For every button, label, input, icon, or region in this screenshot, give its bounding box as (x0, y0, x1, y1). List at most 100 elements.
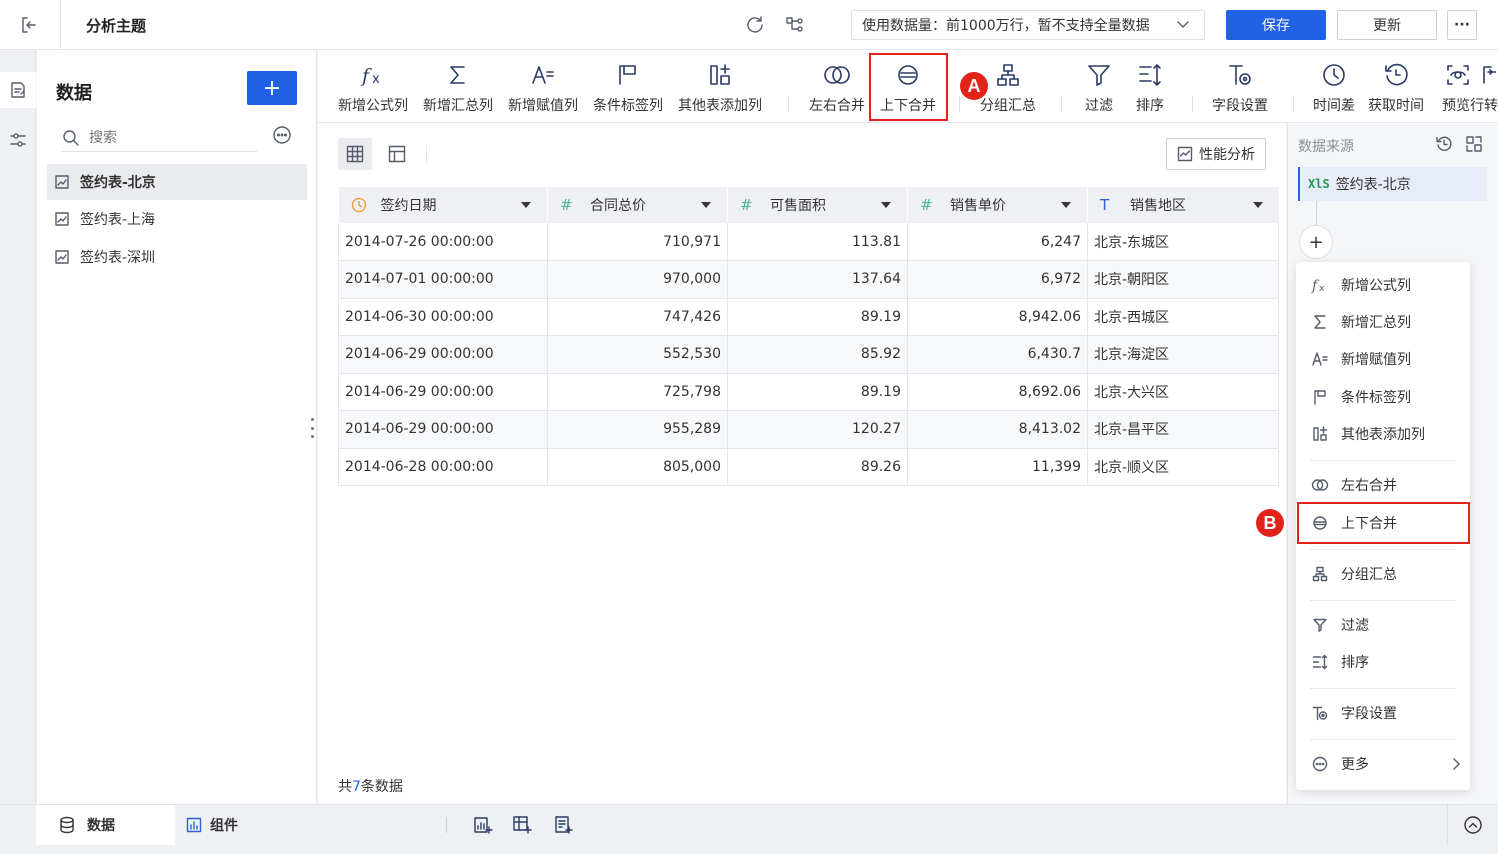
lineage-icon[interactable] (784, 14, 806, 36)
menu-item-group-summary[interactable]: 分组汇总 (1296, 558, 1470, 590)
toolbar-get-time[interactable]: 获取时间 (1368, 58, 1424, 118)
table-cell: 2014-06-29 00:00:00 (338, 410, 548, 449)
svg-text:f: f (360, 65, 372, 87)
add-step-button[interactable]: + (1299, 225, 1333, 259)
toolbar-field-settings[interactable]: 字段设置 (1212, 58, 1268, 118)
toolbar-add-column-from-table[interactable]: 其他表添加列 (678, 58, 762, 118)
table-header-row: 签约日期 # 合同总价 # 可售面积 # 销售单价 T 销售地区 (338, 187, 1279, 223)
update-button[interactable]: 更新 (1337, 10, 1437, 40)
toolbar-sort[interactable]: 排序 (1136, 58, 1164, 118)
data-usage-text: 使用数据量：前1000万行，暂不支持全量数据 (862, 18, 1150, 34)
menu-item-top-bottom-merge[interactable]: 上下合并 (1296, 507, 1470, 539)
column-header[interactable]: T 销售地区 (1087, 187, 1279, 223)
toolbar-label: 条件标签列 (593, 98, 663, 114)
performance-analysis-button[interactable]: 性能分析 (1166, 138, 1266, 170)
more-options-icon[interactable] (272, 125, 292, 145)
column-header[interactable]: 签约日期 (338, 187, 548, 223)
table-cell: 2014-07-01 00:00:00 (338, 260, 548, 299)
table-item-beijing[interactable]: 签约表-北京 (47, 164, 307, 200)
menu-item-field-settings[interactable]: 字段设置 (1296, 697, 1470, 729)
menu-item-condition-tag[interactable]: 条件标签列 (1296, 381, 1470, 413)
table-row: 2014-07-01 00:00:00 970,000 137.64 6,972 北京-… (338, 260, 1279, 299)
perf-label: 性能分析 (1199, 147, 1255, 163)
tab-component[interactable]: 组件 (186, 805, 238, 845)
number-type-icon: # (560, 196, 573, 214)
table-cell: 北京-顺义区 (1087, 448, 1279, 486)
toolbar-top-bottom-merge[interactable]: 上下合并 (880, 58, 936, 118)
column-header[interactable]: # 合同总价 (547, 187, 728, 223)
more-button[interactable]: ··· (1447, 10, 1477, 40)
toolbar-preview-row-to-column[interactable]: 预览行转 (1442, 58, 1498, 118)
search-box[interactable] (61, 124, 257, 152)
menu-item-filter[interactable]: 过滤 (1296, 609, 1470, 641)
collapse-up-icon[interactable] (1463, 815, 1483, 835)
history-icon[interactable] (1435, 135, 1453, 153)
menu-item-sort[interactable]: 排序 (1296, 646, 1470, 678)
table-item-shanghai[interactable]: 签约表-上海 (47, 201, 307, 237)
toolbar-label: 获取时间 (1368, 98, 1424, 114)
toolbar-add-formula-column[interactable]: fx 新增公式列 (338, 58, 408, 118)
swap-icon[interactable] (1465, 135, 1483, 153)
venn-icon (1310, 477, 1330, 493)
source-step[interactable]: XlS 签约表-北京 (1298, 167, 1487, 201)
caret-down-icon[interactable] (521, 202, 531, 208)
refresh-icon[interactable] (744, 14, 766, 36)
table-cell: 552,530 (547, 335, 728, 374)
toolbar-label: 其他表添加列 (678, 98, 762, 114)
table-cell: 北京-东城区 (1087, 223, 1279, 261)
toolbar-time-diff[interactable]: 时间差 (1313, 58, 1355, 118)
component-icon (186, 817, 202, 833)
caret-down-icon[interactable] (881, 202, 891, 208)
toolbar-filter[interactable]: 过滤 (1085, 58, 1113, 118)
search-input[interactable] (89, 129, 239, 146)
table-icon (54, 249, 70, 265)
toolbar-add-assign-column[interactable]: 新增赋值列 (508, 58, 578, 118)
layout-view-toggle[interactable] (380, 138, 414, 170)
save-button[interactable]: 保存 (1226, 10, 1326, 40)
toolbar-condition-tag-column[interactable]: 条件标签列 (593, 58, 663, 118)
table-cell: 89.19 (727, 373, 908, 411)
table-cell: 6,430.7 (907, 335, 1088, 374)
toolbar-group-summary[interactable]: 分组汇总 (980, 58, 1036, 118)
row-count-prefix: 共 (338, 779, 352, 795)
resize-handle[interactable] (309, 418, 315, 438)
exit-icon[interactable] (18, 14, 40, 36)
menu-item-left-right-merge[interactable]: 左右合并 (1296, 469, 1470, 501)
menu-item-formula-column[interactable]: f x 新增公式列 (1296, 269, 1470, 301)
column-header[interactable]: # 销售单价 (907, 187, 1088, 223)
add-report-icon[interactable] (553, 815, 573, 835)
table-cell: 北京-昌平区 (1087, 410, 1279, 449)
table-row: 2014-06-29 00:00:00 955,289 120.27 8,413.02… (338, 410, 1279, 449)
caret-down-icon[interactable] (1252, 202, 1263, 208)
column-header[interactable]: # 可售面积 (727, 187, 908, 223)
field-settings-icon (1227, 58, 1253, 92)
table-icon (54, 174, 70, 190)
add-table-icon[interactable] (512, 815, 532, 835)
add-data-button[interactable]: + (247, 71, 297, 105)
table-item-shenzhen[interactable]: 签约表-深圳 (47, 239, 307, 275)
add-chart-icon[interactable] (473, 815, 493, 835)
menu-item-assign-column[interactable]: 新增赋值列 (1296, 343, 1470, 375)
caret-down-icon[interactable] (1061, 202, 1071, 208)
caret-down-icon[interactable] (701, 202, 711, 208)
grid-view-toggle[interactable] (338, 138, 372, 170)
tab-data[interactable]: 数据 (36, 805, 175, 845)
more-icon (1310, 756, 1330, 772)
table-item-label: 签约表-上海 (80, 212, 156, 228)
toolbar-label: 时间差 (1313, 98, 1355, 114)
page-title: 分析主题 (86, 17, 147, 35)
table-cell: 2014-06-29 00:00:00 (338, 335, 548, 374)
data-usage-select[interactable]: 使用数据量：前1000万行，暂不支持全量数据 (851, 10, 1205, 40)
menu-item-label: 字段设置 (1341, 706, 1397, 722)
menu-item-summary-column[interactable]: 新增汇总列 (1296, 306, 1470, 338)
annotation-badge-b: B (1256, 509, 1284, 537)
toolbar-label: 新增汇总列 (423, 98, 493, 114)
menu-item-more[interactable]: 更多 (1296, 748, 1470, 780)
toolbar-left-right-merge[interactable]: 左右合并 (809, 58, 865, 118)
settings-rail-icon[interactable] (0, 122, 36, 158)
toolbar-add-summary-column[interactable]: 新增汇总列 (423, 58, 493, 118)
chevron-right-icon (1450, 757, 1462, 771)
data-rail-icon[interactable] (0, 72, 36, 108)
menu-item-add-column-from-table[interactable]: 其他表添加列 (1296, 418, 1470, 450)
table-cell: 137.64 (727, 260, 908, 299)
